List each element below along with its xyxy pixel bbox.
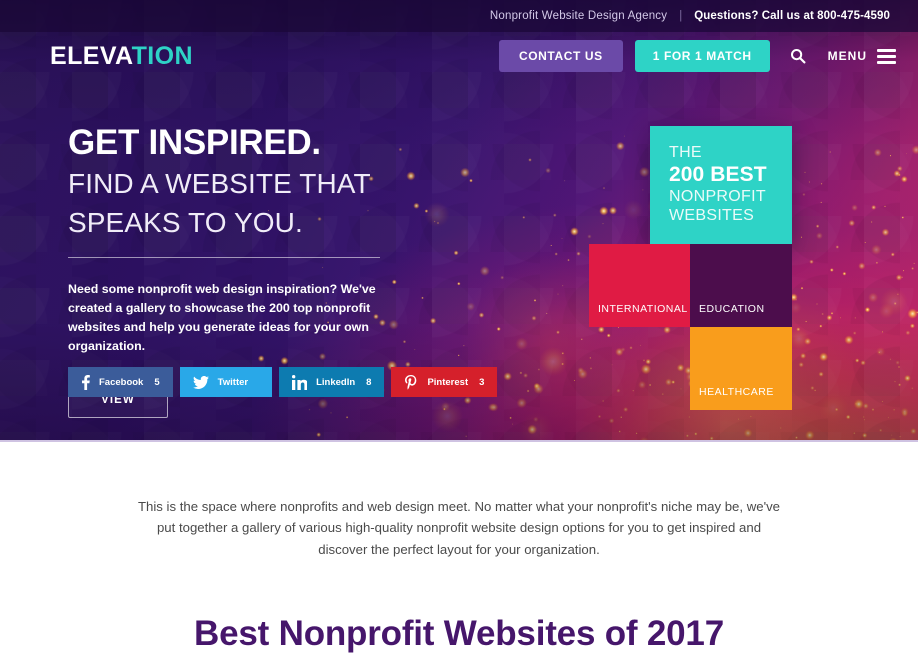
page-root: Nonprofit Website Design Agency | Questi… bbox=[0, 0, 918, 656]
category-label-international: INTERNATIONAL bbox=[598, 303, 688, 315]
share-linkedin-button[interactable]: LinkedIn 8 bbox=[279, 367, 385, 397]
hero-heading: GET INSPIRED. bbox=[68, 123, 321, 162]
phone-number[interactable]: Questions? Call us at 800-475-4590 bbox=[694, 10, 890, 22]
share-facebook-count: 5 bbox=[154, 376, 160, 388]
nav-actions: CONTACT US 1 FOR 1 MATCH MENU bbox=[498, 40, 918, 72]
share-twitter-label: Twitter bbox=[217, 376, 249, 388]
promo-tile-200-best[interactable]: THE 200 BEST NONPROFIT WEBSITES bbox=[650, 126, 792, 245]
linkedin-icon bbox=[292, 374, 308, 390]
category-tile-healthcare[interactable]: HEALTHCARE bbox=[690, 327, 792, 410]
main-navigation: ELEVATION CONTACT US 1 FOR 1 MATCH MENU bbox=[0, 32, 918, 80]
twitter-icon bbox=[192, 375, 209, 389]
share-twitter-button[interactable]: Twitter bbox=[179, 367, 273, 397]
topbar-separator: | bbox=[679, 10, 683, 22]
top-utility-bar: Nonprofit Website Design Agency | Questi… bbox=[0, 0, 918, 32]
category-label-education: EDUCATION bbox=[699, 303, 765, 315]
pinterest-icon bbox=[404, 374, 418, 390]
category-tile-international[interactable]: INTERNATIONAL bbox=[589, 244, 690, 327]
logo-text-accent: TION bbox=[131, 41, 193, 70]
social-share-bar: Facebook 5 Twitter LinkedIn 8 Pinterest … bbox=[68, 367, 504, 397]
share-pinterest-button[interactable]: Pinterest 3 bbox=[391, 367, 498, 397]
menu-label[interactable]: MENU bbox=[828, 49, 867, 63]
category-label-healthcare: HEALTHCARE bbox=[699, 386, 774, 398]
contact-us-button[interactable]: CONTACT US bbox=[498, 40, 623, 72]
share-facebook-label: Facebook bbox=[99, 376, 144, 388]
promo-line-websites: WEBSITES bbox=[669, 206, 755, 224]
hero-paragraph: Need some nonprofit web design inspirati… bbox=[68, 282, 376, 353]
intro-paragraph: This is the space where nonprofits and w… bbox=[137, 499, 781, 557]
share-pinterest-count: 3 bbox=[479, 376, 485, 388]
site-tagline: Nonprofit Website Design Agency bbox=[489, 10, 668, 22]
share-pinterest-label: Pinterest bbox=[427, 376, 469, 388]
search-icon[interactable] bbox=[790, 48, 806, 64]
content-section: This is the space where nonprofits and w… bbox=[0, 442, 918, 655]
hero-section: Nonprofit Website Design Agency | Questi… bbox=[0, 0, 918, 442]
hamburger-icon[interactable] bbox=[877, 48, 896, 64]
share-linkedin-count: 8 bbox=[366, 376, 372, 388]
promo-line-the: THE bbox=[669, 144, 702, 161]
site-logo[interactable]: ELEVATION bbox=[50, 41, 193, 70]
promo-line-200-best: 200 BEST bbox=[669, 162, 767, 186]
facebook-icon bbox=[81, 374, 90, 390]
one-for-one-match-button[interactable]: 1 FOR 1 MATCH bbox=[634, 40, 770, 72]
promo-line-nonprofit: NONPROFIT bbox=[669, 187, 766, 205]
hero-subheading-line1: FIND A WEBSITE THAT bbox=[68, 168, 371, 200]
logo-text-primary: ELEVA bbox=[50, 41, 132, 70]
section-title: Best Nonprofit Websites of 2017 bbox=[194, 614, 724, 654]
hero-divider-rule bbox=[68, 257, 380, 259]
category-tile-education[interactable]: EDUCATION bbox=[690, 244, 792, 327]
share-linkedin-label: LinkedIn bbox=[316, 376, 356, 388]
hero-subheading-line2: SPEAKS TO YOU. bbox=[68, 207, 303, 239]
share-facebook-button[interactable]: Facebook 5 bbox=[68, 367, 173, 397]
